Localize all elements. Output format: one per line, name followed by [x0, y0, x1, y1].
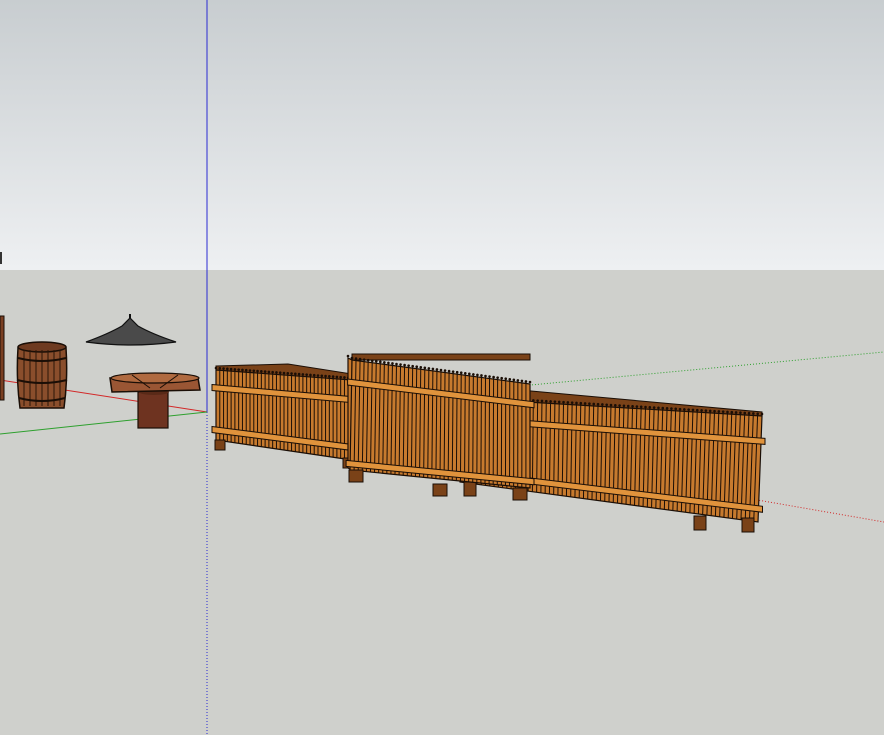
scene-canvas[interactable]: [0, 0, 884, 735]
sky-background: [0, 0, 884, 270]
barrel[interactable]: [16, 341, 68, 409]
edge-object: [0, 315, 5, 401]
edge-mark: [0, 252, 2, 264]
modeling-viewport[interactable]: [0, 0, 884, 735]
